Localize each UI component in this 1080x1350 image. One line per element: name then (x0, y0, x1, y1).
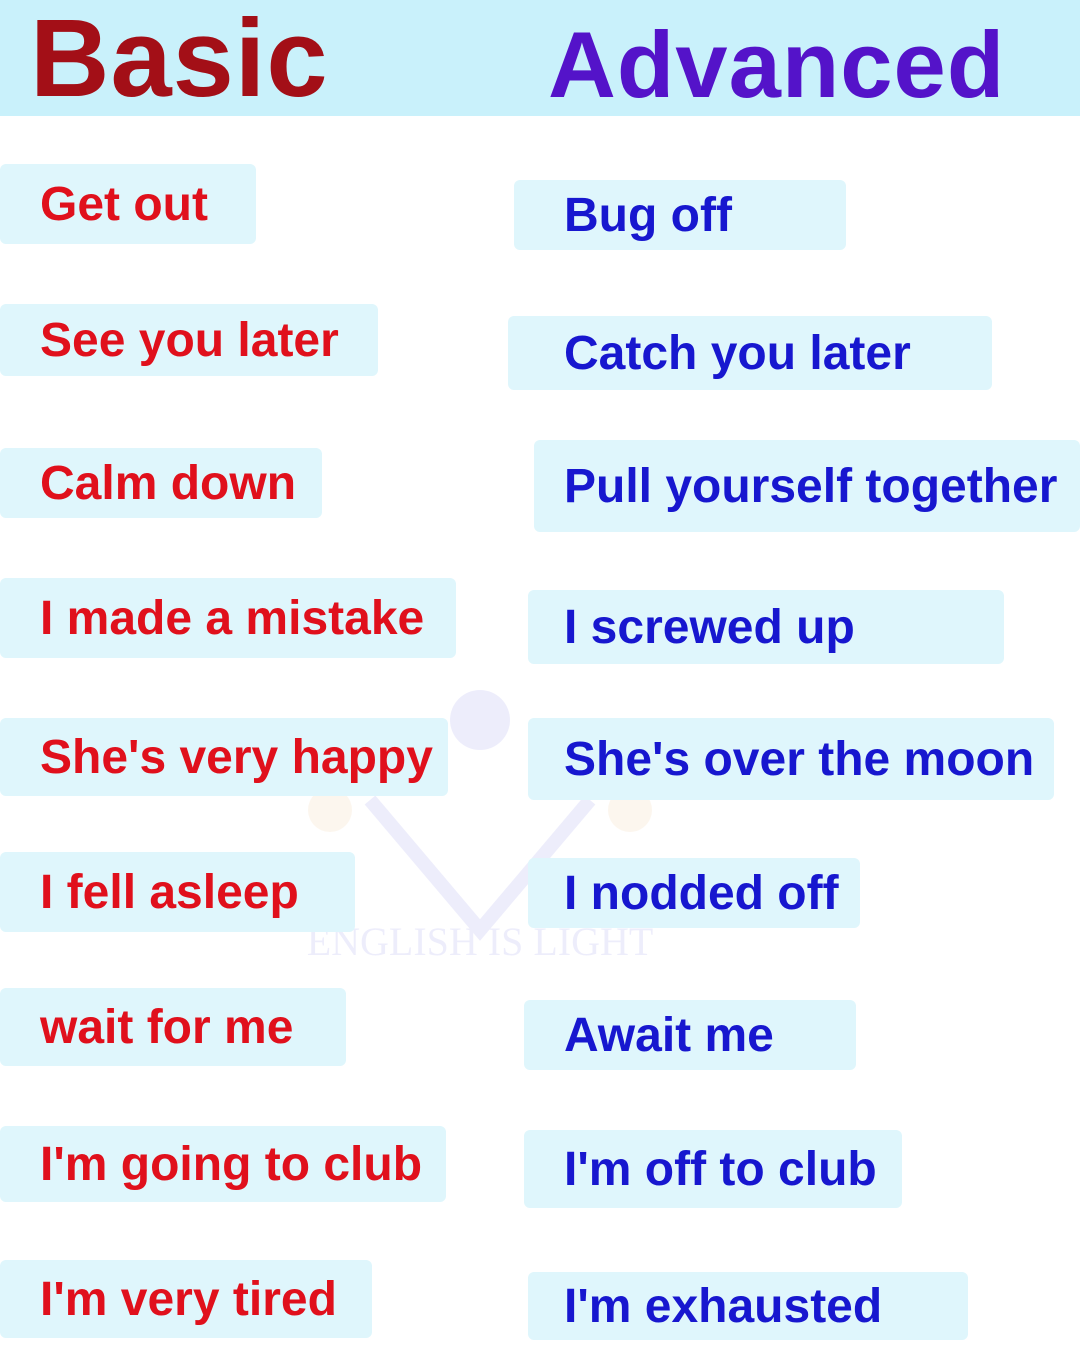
basic-item-text: See you later (40, 313, 339, 367)
advanced-item-3: Pull yourself together (534, 440, 1080, 532)
basic-item-text: Get out (40, 177, 208, 231)
basic-item-2: See you later (0, 304, 378, 376)
advanced-item-text: I'm off to club (564, 1142, 877, 1196)
advanced-item-text: I nodded off (564, 866, 839, 920)
advanced-item-text: Await me (564, 1008, 774, 1062)
basic-item-text: I'm very tired (40, 1272, 337, 1326)
basic-item-text: I made a mistake (40, 591, 425, 645)
advanced-item-text: Bug off (564, 188, 732, 242)
basic-item-text: I fell asleep (40, 865, 299, 919)
basic-item-1: Get out (0, 164, 256, 244)
advanced-item-text: I screwed up (564, 600, 855, 654)
advanced-item-6: I nodded off (528, 858, 860, 928)
basic-item-8: I'm going to club (0, 1126, 446, 1202)
advanced-item-8: I'm off to club (524, 1130, 902, 1208)
advanced-item-1: Bug off (514, 180, 846, 250)
advanced-item-4: I screwed up (528, 590, 1004, 664)
basic-item-4: I made a mistake (0, 578, 456, 658)
basic-item-text: wait for me (40, 1000, 294, 1054)
advanced-item-7: Await me (524, 1000, 856, 1070)
advanced-heading: Advanced (548, 12, 1006, 117)
basic-item-text: She's very happy (40, 730, 433, 784)
advanced-item-5: She's over the moon (528, 718, 1054, 800)
basic-item-6: I fell asleep (0, 852, 355, 932)
advanced-item-text: She's over the moon (564, 732, 1035, 786)
advanced-item-text: Catch you later (564, 326, 911, 380)
advanced-item-9: I'm exhausted (528, 1272, 968, 1340)
basic-item-3: Calm down (0, 448, 322, 518)
basic-item-7: wait for me (0, 988, 346, 1066)
advanced-item-2: Catch you later (508, 316, 992, 390)
basic-item-text: Calm down (40, 456, 297, 510)
basic-item-text: I'm going to club (40, 1137, 423, 1191)
header-bar: Basic Advanced (0, 0, 1080, 116)
basic-heading: Basic (30, 0, 329, 120)
basic-item-5: She's very happy (0, 718, 448, 796)
advanced-item-text: Pull yourself together (564, 459, 1058, 513)
basic-item-9: I'm very tired (0, 1260, 372, 1338)
advanced-item-text: I'm exhausted (564, 1279, 883, 1333)
